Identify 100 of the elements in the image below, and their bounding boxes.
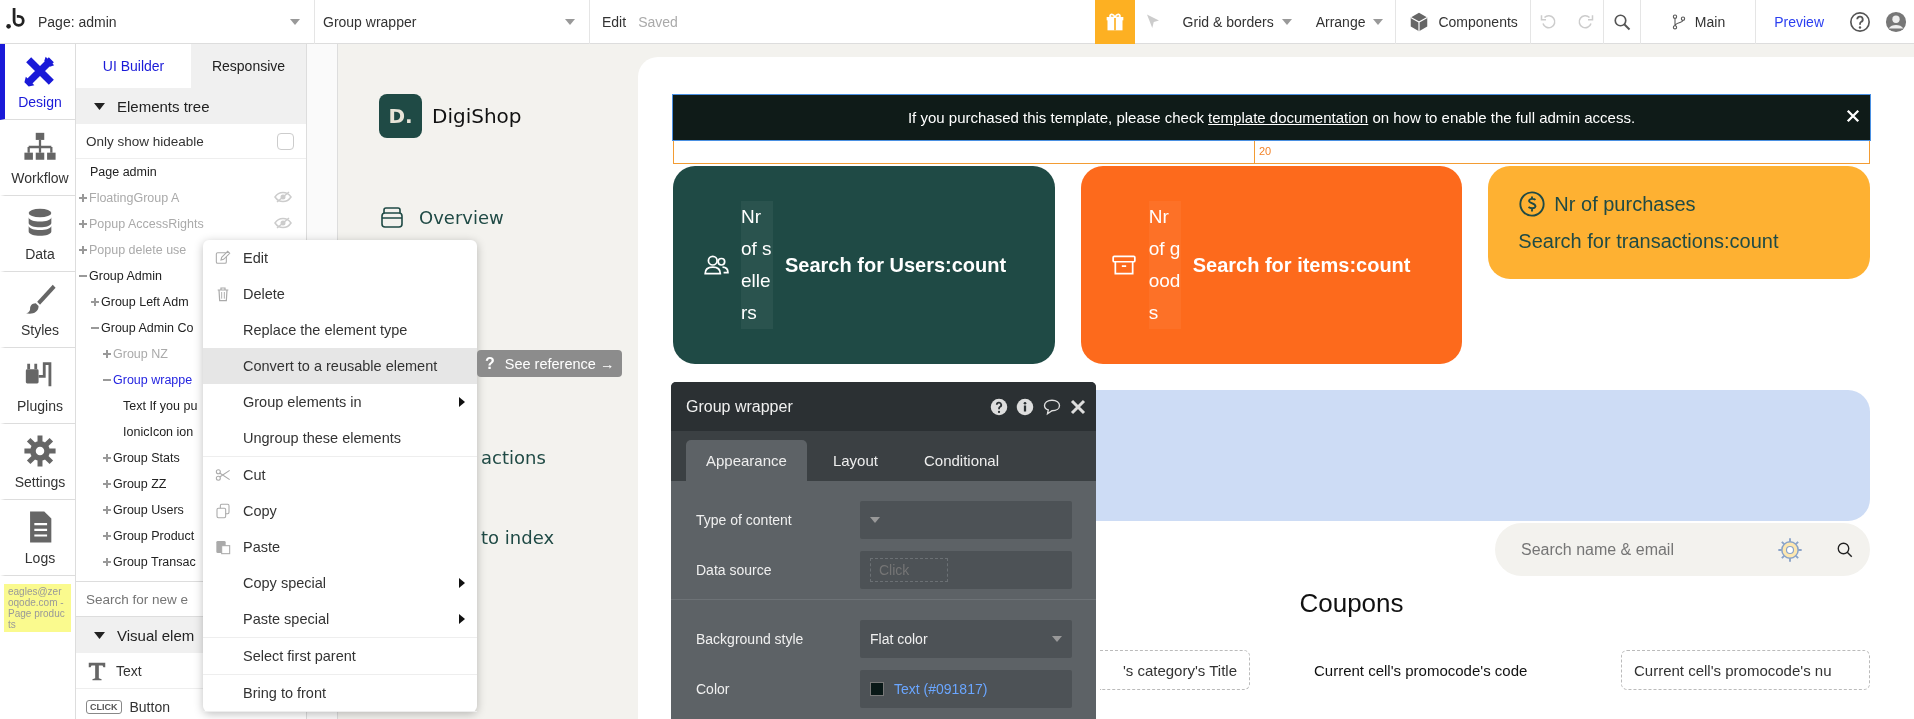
panel-tab[interactable]: Appearance — [686, 440, 807, 481]
comment-icon — [1042, 397, 1062, 416]
info-icon — [1016, 397, 1034, 416]
close-icon — [1070, 398, 1086, 415]
section-title: Coupons — [1299, 588, 1404, 619]
plus-icon — [79, 220, 87, 228]
trash-icon — [215, 286, 231, 302]
caret-down-icon — [870, 517, 880, 523]
plus-icon — [79, 246, 87, 254]
menu-item[interactable]: Select first parent — [203, 638, 477, 674]
caret-down-icon — [565, 18, 575, 25]
field-label: Type of content — [696, 512, 793, 528]
section-header[interactable]: Elements tree — [76, 88, 306, 124]
plus-icon — [103, 532, 111, 540]
avatar-icon — [1885, 10, 1907, 33]
panel-tab[interactable]: Conditional — [903, 440, 1019, 481]
nav-item[interactable]: Overview — [379, 202, 638, 232]
menu-item[interactable]: Group elements in — [203, 384, 477, 420]
menu-item[interactable]: Copy — [203, 493, 477, 529]
arrange-dropdown[interactable]: Arrange — [1303, 0, 1396, 44]
plus-icon — [91, 298, 99, 306]
panel-title: Group wrapper — [686, 397, 793, 416]
sidebar-tab[interactable]: Styles — [0, 272, 75, 348]
logo-icon — [4, 5, 26, 32]
close-icon — [1846, 109, 1860, 123]
archive-icon — [379, 205, 405, 229]
sidebar-tab[interactable]: Workflow — [0, 120, 75, 196]
plus-icon — [79, 194, 87, 202]
components-button[interactable]: Components — [1395, 0, 1530, 44]
notice-text: If you purchased this template, please check template documentation on how to enable the full admin access. — [907, 109, 1636, 126]
stat-label: Nr of goods — [1148, 201, 1181, 329]
minus-icon — [91, 324, 99, 332]
submenu-arrow-icon — [459, 614, 465, 624]
plus-icon — [103, 350, 111, 358]
page-dropdown[interactable]: Page: admin — [30, 0, 315, 44]
triangle-down-icon — [94, 631, 105, 639]
checkbox[interactable] — [277, 132, 294, 150]
submenu-arrow-icon — [459, 397, 465, 407]
gear-icon — [1776, 535, 1804, 564]
sidebar-tab[interactable]: Logs — [0, 500, 75, 576]
user-note: eagles@zeroqode.com - Page products — [4, 584, 71, 632]
sidebar-tab[interactable]: Data — [0, 196, 75, 272]
caret-down-icon — [1281, 18, 1292, 25]
plus-icon — [103, 558, 111, 566]
dropdown[interactable]: Flat color — [860, 620, 1072, 658]
menu-item[interactable]: Replace the element type — [203, 312, 477, 348]
caret-down-icon — [290, 18, 300, 25]
element-dropdown[interactable]: Group wrapper — [315, 0, 590, 44]
dropdown[interactable] — [860, 501, 1072, 539]
undo-icon — [1539, 12, 1558, 31]
stat-label: Nr of sellers — [741, 201, 773, 329]
branch-button[interactable]: Main — [1639, 0, 1756, 44]
field-label: Data source — [696, 562, 773, 578]
eye-slash-icon — [274, 190, 292, 203]
panel-tab[interactable]: Layout — [812, 440, 898, 481]
plus-icon — [103, 480, 111, 488]
submenu-arrow-icon — [459, 578, 465, 588]
edit-icon — [215, 250, 231, 266]
search-field[interactable]: Search name & email — [1519, 539, 1766, 560]
minus-icon — [79, 272, 87, 280]
box-icon — [1110, 252, 1137, 278]
menu-item[interactable]: Paste — [203, 529, 477, 565]
preview-link[interactable]: Preview — [1755, 0, 1842, 44]
gift-icon — [1104, 11, 1125, 32]
panel-tab[interactable]: Responsive — [191, 44, 306, 88]
field-label: Background style — [696, 631, 805, 647]
stat-value: Search for transactions:count — [1518, 230, 1779, 253]
brand-logo: D. — [379, 94, 422, 138]
tree-item[interactable]: Page admin — [76, 159, 306, 185]
sidebar-tab[interactable]: Settings — [0, 424, 75, 500]
cell-text: Current cell's promocode's code — [1314, 661, 1528, 679]
caret-down-icon — [1052, 636, 1062, 642]
spacing-value: 20 — [1254, 140, 1289, 163]
triangle-down-icon — [94, 102, 105, 110]
scissors-icon — [215, 467, 231, 483]
grid-borders-dropdown[interactable]: Grid & borders — [1170, 0, 1304, 44]
edit-button[interactable]: Edit — [590, 0, 639, 44]
help-icon — [990, 397, 1008, 416]
stat-label: Nr of purchases — [1554, 192, 1696, 216]
caret-down-icon — [1373, 18, 1384, 25]
brand-name: DigiShop — [432, 104, 522, 128]
save-status: Saved — [638, 12, 679, 32]
plus-icon — [103, 454, 111, 462]
field-label: Color — [696, 681, 731, 697]
gift-button[interactable] — [1094, 0, 1135, 44]
search-icon — [1836, 540, 1854, 559]
menu-item[interactable]: Bring to front — [203, 675, 477, 711]
documentation-link[interactable]: template documentation — [1208, 109, 1369, 126]
sidebar-tab[interactable]: Plugins — [0, 348, 75, 424]
button-element-icon: CLICK — [86, 699, 122, 714]
stat-value: Search for Users:count — [785, 253, 1007, 277]
branch-icon — [1670, 12, 1687, 31]
checkbox-label: Only show hideable — [86, 133, 204, 149]
copy-icon — [215, 503, 231, 519]
menu-item[interactable]: Convert to a reusable element — [203, 348, 477, 384]
eye-slash-icon — [274, 216, 292, 229]
search-icon — [1612, 12, 1631, 31]
plus-icon — [103, 506, 111, 514]
settings-icon — [23, 433, 57, 468]
minus-icon — [103, 376, 111, 384]
